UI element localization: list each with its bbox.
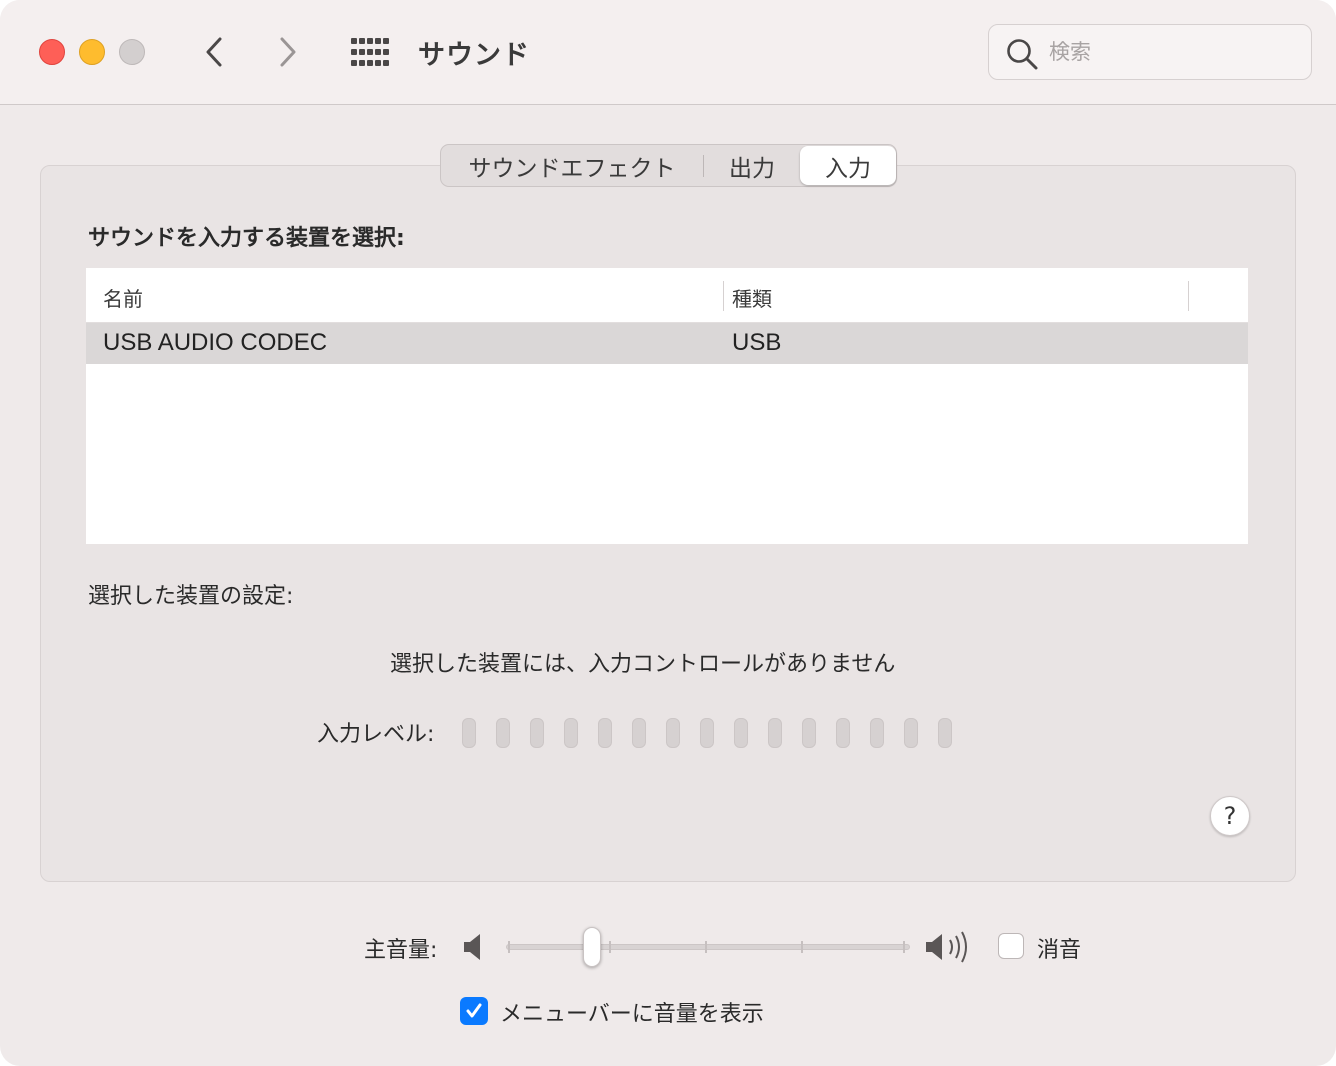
device-name: USB AUDIO CODEC [103, 329, 328, 356]
level-segment [768, 718, 782, 748]
checkmark-icon [466, 1003, 482, 1018]
table-header: 名前 種類 [86, 268, 1248, 323]
speaker-low-icon [464, 934, 480, 960]
system-preferences-window: サウンド サウンドエフェクト 出力 入力 サウンドを入力する装置を選択: 名前 … [0, 0, 1336, 1066]
level-segment [530, 718, 544, 748]
column-divider[interactable] [723, 281, 724, 311]
mute-checkbox[interactable] [998, 933, 1024, 959]
title-bar: サウンド [0, 0, 1336, 105]
slider-tick [508, 941, 510, 953]
speaker-high-icon [926, 931, 967, 963]
mute-label[interactable]: 消音 [1037, 932, 1081, 964]
input-device-heading: サウンドを入力する装置を選択: [88, 226, 405, 251]
level-segment [564, 718, 578, 748]
table-row[interactable]: USB AUDIO CODEC USB [86, 323, 1248, 364]
level-segment [836, 718, 850, 748]
level-segment [870, 718, 884, 748]
tab-sound-effects[interactable]: サウンドエフェクト [441, 145, 703, 186]
column-divider[interactable] [1188, 281, 1189, 311]
slider-tick [903, 941, 905, 953]
show-all-grid-icon[interactable] [351, 38, 389, 66]
level-segment [904, 718, 918, 748]
search-field[interactable] [988, 24, 1312, 80]
tab-bar: サウンドエフェクト 出力 入力 [440, 144, 897, 187]
level-segment [632, 718, 646, 748]
level-segment [700, 718, 714, 748]
input-level-meter [462, 718, 952, 748]
level-segment [938, 718, 952, 748]
volume-slider-knob[interactable] [583, 927, 601, 967]
chevron-right-icon [280, 37, 296, 67]
volume-track[interactable] [506, 944, 910, 950]
input-level-label: 入力レベル: [317, 722, 435, 747]
column-header-type[interactable]: 種類 [732, 283, 772, 312]
device-type: USB [732, 329, 782, 356]
show-volume-in-menubar-label[interactable]: メニューバーに音量を表示 [500, 996, 764, 1028]
close-button[interactable] [39, 39, 65, 65]
level-segment [598, 718, 612, 748]
output-volume-label: 主音量: [364, 938, 438, 963]
volume-slider[interactable] [506, 926, 910, 968]
zoom-button[interactable] [119, 39, 145, 65]
back-button[interactable] [194, 32, 234, 72]
show-volume-in-menubar-checkbox[interactable] [460, 997, 488, 1025]
minimize-button[interactable] [79, 39, 105, 65]
help-button[interactable]: ? [1210, 796, 1250, 836]
column-header-name[interactable]: 名前 [103, 283, 143, 312]
input-device-table: 名前 種類 USB AUDIO CODEC USB [86, 268, 1248, 544]
search-icon [1007, 39, 1038, 70]
window-title: サウンド [418, 40, 530, 71]
level-segment [496, 718, 510, 748]
level-segment [734, 718, 748, 748]
slider-tick [609, 941, 611, 953]
level-segment [802, 718, 816, 748]
device-settings-heading: 選択した装置の設定: [88, 584, 294, 609]
search-input[interactable] [1049, 35, 1299, 69]
tab-output[interactable]: 出力 [704, 145, 800, 186]
chevron-left-icon [206, 37, 222, 67]
level-segment [462, 718, 476, 748]
slider-tick [801, 941, 803, 953]
forward-button[interactable] [268, 32, 308, 72]
tab-input[interactable]: 入力 [800, 146, 896, 185]
slider-tick [705, 941, 707, 953]
no-controls-message: 選択した装置には、入力コントロールがありません [390, 652, 896, 677]
level-segment [666, 718, 680, 748]
